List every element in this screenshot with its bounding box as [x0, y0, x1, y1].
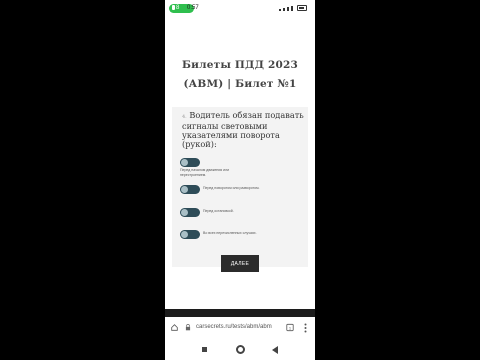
home-icon[interactable] [171, 324, 178, 331]
call-indicator-text: 8 [176, 5, 180, 11]
battery-icon [297, 5, 307, 11]
recent-apps-icon[interactable] [202, 347, 207, 352]
next-button[interactable]: ДАЛЕЕ [221, 255, 259, 272]
answer-toggle[interactable] [180, 230, 200, 239]
toggle-knob [181, 209, 188, 216]
status-icons [279, 5, 307, 11]
answer-option-3[interactable]: Перед остановкой. [180, 207, 305, 217]
question-number: 4. [182, 114, 187, 120]
status-bar: 8 0:57 [165, 0, 315, 16]
share-icon[interactable]: 1 [286, 323, 294, 332]
answer-option-1[interactable]: Перед началом движения или перестроением… [180, 157, 305, 178]
toggle-knob [181, 231, 188, 238]
answer-label: Перед поворотом или разворотом. [203, 186, 260, 190]
page-title: Билеты ПДД 2023 (АВМ) | Билет №1 [182, 59, 298, 90]
answer-label: Перед остановкой. [203, 209, 234, 213]
signal-icon-bar [291, 6, 293, 11]
phone-icon [172, 4, 175, 10]
home-button-icon[interactable] [236, 345, 245, 354]
svg-text:1: 1 [289, 325, 292, 330]
browser-url-bar[interactable]: carsecrets.ru/tests/abm/abm 1 [165, 317, 315, 339]
question-body: Водитель обязан подавать сигналы световы… [182, 110, 304, 149]
answer-toggle[interactable] [180, 208, 200, 217]
status-time: 0:57 [187, 5, 199, 11]
toggle-knob [181, 159, 188, 166]
lock-icon [185, 324, 191, 331]
back-icon[interactable] [272, 346, 278, 354]
answer-option-4[interactable]: Во всех перечисленных случаях. [180, 229, 305, 239]
more-menu-icon[interactable] [304, 323, 307, 333]
phone-screen: 8 0:57 Билеты ПДД 2023 (АВМ) | Билет №1 … [165, 0, 315, 360]
answer-toggle[interactable] [180, 185, 200, 194]
signal-icon-bar [287, 7, 289, 11]
page-footer-strip [165, 309, 315, 317]
web-page: Билеты ПДД 2023 (АВМ) | Билет №1 4. Води… [165, 16, 315, 309]
answer-toggle[interactable] [180, 158, 200, 167]
signal-icon-bar [283, 8, 285, 11]
signal-icon [279, 9, 281, 11]
toggle-knob [181, 186, 188, 193]
question-text: 4. Водитель обязан подавать сигналы свет… [182, 111, 307, 149]
answer-label: Перед началом движения или перестроением… [180, 168, 230, 177]
answer-label: Во всех перечисленных случаях. [203, 231, 257, 235]
answer-option-2[interactable]: Перед поворотом или разворотом. [180, 184, 305, 194]
system-nav-bar [165, 339, 315, 360]
url-text[interactable]: carsecrets.ru/tests/abm/abm [196, 322, 272, 333]
